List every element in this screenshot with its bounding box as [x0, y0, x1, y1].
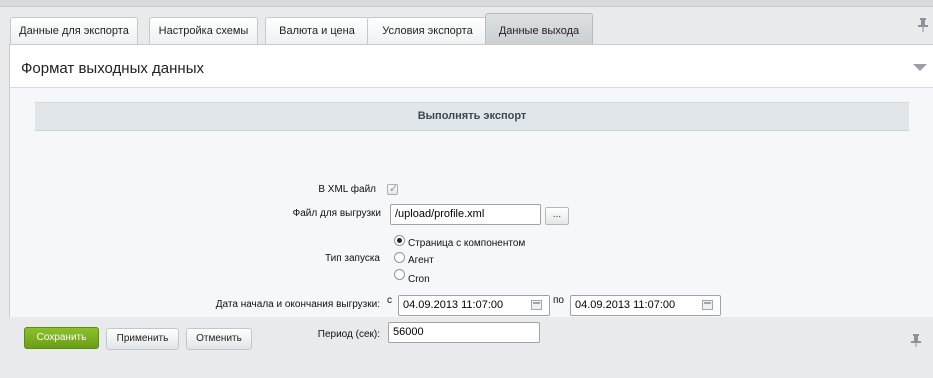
calendar-icon[interactable]	[702, 300, 713, 310]
xml-file-checkbox[interactable]: ✓	[387, 183, 399, 195]
cancel-button[interactable]: Отменить	[186, 328, 252, 350]
panel-title: Формат выходных данных	[21, 60, 204, 77]
tab-scheme-settings[interactable]: Настройка схемы	[149, 17, 258, 44]
run-type-option-agent: Агент	[408, 255, 434, 266]
date-to-prefix: по	[553, 295, 564, 306]
top-strip	[0, 0, 933, 7]
export-file-input[interactable]: /upload/profile.xml	[390, 204, 541, 225]
form-area: Выполнять экспорт В XML файл ✓ Файл для …	[10, 87, 933, 343]
tab-export-data[interactable]: Данные для экспорта	[10, 17, 138, 44]
date-range-label: Дата начала и окончания выгрузки:	[215, 299, 380, 310]
run-type-option-page: Страница с компонентом	[408, 238, 526, 249]
run-type-radio-agent[interactable]	[394, 252, 405, 263]
tab-export-conditions[interactable]: Условия экспорта	[367, 17, 488, 44]
date-from-prefix: с	[387, 295, 392, 306]
date-from-input[interactable]: 04.09.2013 11:07:00	[398, 295, 550, 316]
tab-currency-price[interactable]: Валюта и цена	[265, 17, 369, 44]
run-type-label: Тип запуска	[324, 253, 380, 264]
xml-file-label: В XML файл	[318, 184, 376, 195]
section-header: Выполнять экспорт	[35, 102, 909, 131]
pin-icon[interactable]	[911, 334, 921, 347]
calendar-icon[interactable]	[531, 300, 542, 310]
pin-icon[interactable]	[917, 18, 929, 32]
run-type-radio-page[interactable]	[394, 235, 405, 246]
collapse-arrow-icon[interactable]	[913, 64, 927, 71]
apply-button[interactable]: Применить	[106, 328, 179, 350]
check-mark-icon: ✓	[389, 183, 399, 195]
run-type-option-cron: Cron	[408, 274, 430, 285]
date-to-input[interactable]: 04.09.2013 11:07:00	[570, 295, 721, 316]
run-type-radio-cron[interactable]	[394, 269, 405, 280]
export-file-label: Файл для выгрузки	[292, 208, 381, 219]
output-format-panel: Формат выходных данных Выполнять экспорт…	[9, 44, 933, 343]
save-button[interactable]: Сохранить	[24, 327, 99, 349]
tab-output-data[interactable]: Данные выхода	[485, 13, 593, 44]
period-input[interactable]: 56000	[388, 322, 540, 343]
browse-button[interactable]: ...	[545, 207, 569, 225]
period-label: Период (сек):	[317, 329, 380, 340]
